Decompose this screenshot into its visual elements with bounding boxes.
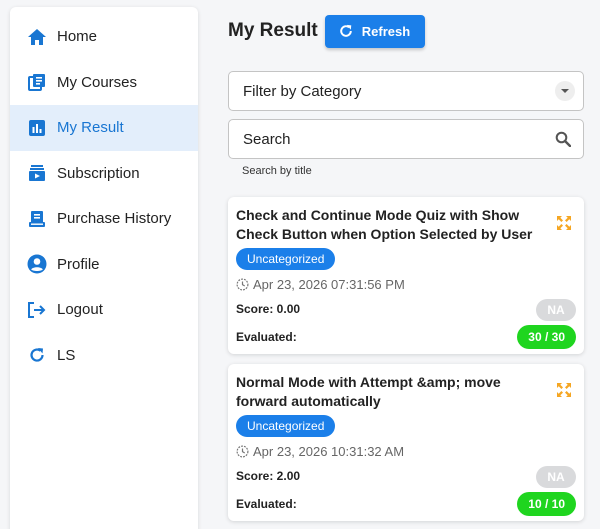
expand-icon[interactable] (556, 382, 572, 403)
result-card[interactable]: Check and Continue Mode Quiz with Show C… (228, 197, 584, 354)
sidebar-item-label: Profile (57, 255, 100, 273)
clock-icon (236, 278, 249, 291)
result-date: Apr 23, 2026 07:31:56 PM (236, 274, 576, 294)
bar-chart-icon (26, 117, 48, 139)
result-date-text: Apr 23, 2026 07:31:56 PM (253, 276, 405, 292)
score-row: Score: 2.00 NA (236, 463, 576, 489)
expand-icon[interactable] (556, 215, 572, 236)
evaluated-row: Evaluated: 10 / 10 (236, 491, 576, 517)
result-title: Normal Mode with Attempt &amp; move forw… (236, 374, 501, 409)
category-select[interactable]: Filter by Category (228, 71, 584, 111)
receipt-icon (26, 208, 48, 230)
sidebar-item-logout[interactable]: Logout (10, 287, 198, 333)
result-card[interactable]: Normal Mode with Attempt &amp; move forw… (228, 364, 584, 521)
score-status-chip: NA (536, 299, 576, 321)
score-status-chip: NA (536, 466, 576, 488)
refresh-icon (26, 344, 48, 366)
home-icon (26, 26, 48, 48)
logout-icon (26, 299, 48, 321)
sidebar-item-label: Subscription (57, 164, 140, 182)
courses-icon (26, 71, 48, 93)
sidebar-item-label: Purchase History (57, 210, 172, 228)
result-title: Check and Continue Mode Quiz with Show C… (236, 207, 533, 242)
refresh-button-label: Refresh (361, 23, 411, 39)
sidebar-item-my-courses[interactable]: My Courses (10, 60, 198, 106)
score-label: Score: 0.00 (236, 302, 301, 316)
search-input[interactable] (243, 130, 523, 148)
search-helper-text: Search by title (242, 165, 312, 177)
clock-icon (236, 445, 249, 458)
refresh-icon (339, 24, 353, 38)
chevron-down-icon[interactable] (555, 81, 575, 101)
sidebar-item-label: LS (57, 346, 76, 364)
page-title: My Result (228, 20, 318, 41)
sidebar-item-subscription[interactable]: Subscription (10, 151, 198, 197)
sidebar-item-label: Logout (57, 301, 103, 319)
subscription-icon (26, 162, 48, 184)
profile-icon (26, 253, 48, 275)
evaluated-row: Evaluated: 30 / 30 (236, 324, 576, 350)
category-select-value: Filter by Category (243, 82, 362, 100)
evaluated-chip: 10 / 10 (517, 492, 576, 516)
sidebar-item-my-result[interactable]: My Result (10, 105, 198, 151)
score-label: Score: 2.00 (236, 469, 301, 483)
search-icon[interactable] (555, 131, 572, 152)
refresh-button[interactable]: Refresh (324, 14, 426, 48)
result-date-text: Apr 23, 2026 10:31:32 AM (253, 443, 405, 459)
page-header: My Result Refresh (228, 0, 584, 60)
sidebar-item-label: Home (57, 28, 98, 46)
search-field[interactable] (228, 119, 584, 159)
sidebar-item-label: My Result (57, 119, 124, 137)
sidebar-item-home[interactable]: Home (10, 14, 198, 60)
score-row: Score: 0.00 NA (236, 296, 576, 322)
sidebar-item-profile[interactable]: Profile (10, 242, 198, 288)
category-badge: Uncategorized (236, 415, 336, 437)
category-badge: Uncategorized (236, 248, 336, 270)
main-content: My Result Refresh Filter by Category Sea… (228, 0, 584, 521)
sidebar-item-label: My Courses (57, 73, 138, 91)
sidebar-item-ls[interactable]: LS (10, 333, 198, 379)
sidebar: Home My Courses My Result Subscription P… (10, 7, 198, 529)
evaluated-label: Evaluated: (236, 497, 297, 511)
evaluated-label: Evaluated: (236, 330, 297, 344)
evaluated-chip: 30 / 30 (517, 325, 576, 349)
sidebar-item-purchase-history[interactable]: Purchase History (10, 196, 198, 242)
result-date: Apr 23, 2026 10:31:32 AM (236, 441, 576, 461)
